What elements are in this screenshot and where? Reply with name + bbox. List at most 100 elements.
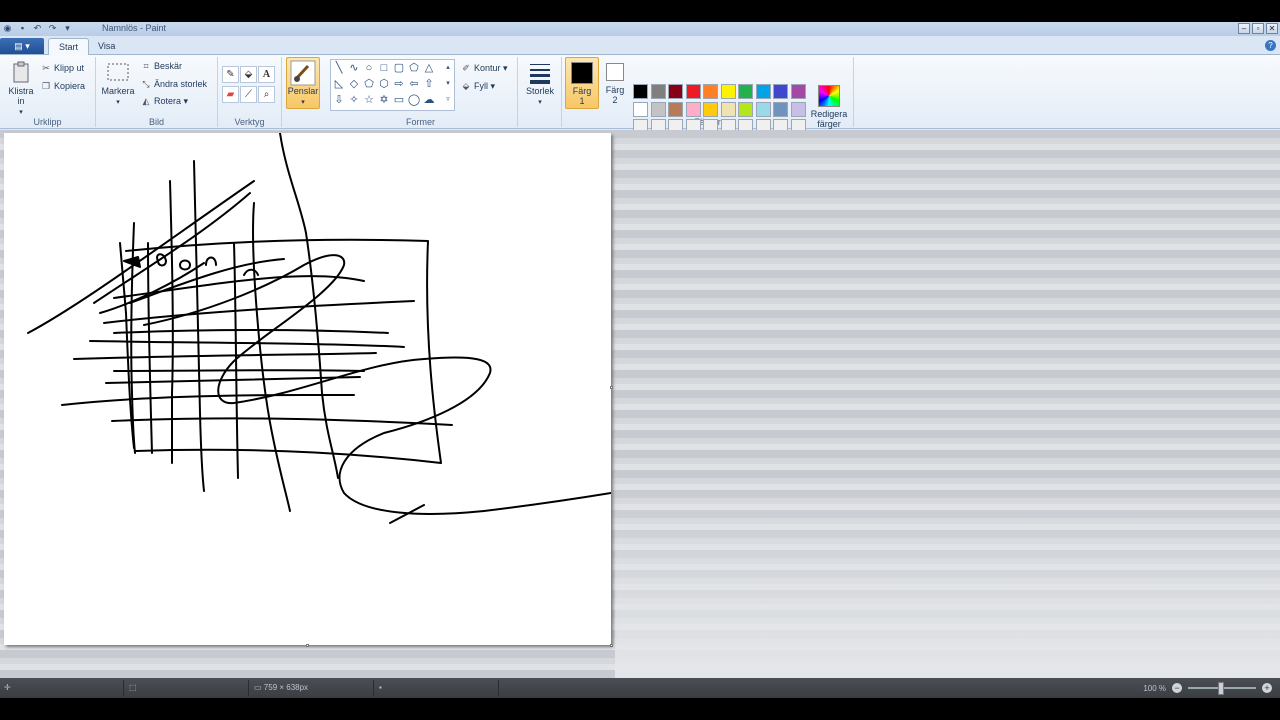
edit-colors-button[interactable]: Redigera färger bbox=[810, 85, 848, 129]
fill-icon: ⬙ bbox=[462, 81, 470, 91]
paste-label: Klistra in bbox=[8, 86, 34, 106]
palette-swatch[interactable] bbox=[685, 101, 701, 117]
up-arrow-shape[interactable]: ⇧ bbox=[422, 77, 436, 91]
palette-swatch[interactable] bbox=[633, 101, 648, 117]
rect-callout-shape[interactable]: ▭ bbox=[392, 93, 406, 107]
undo-icon[interactable]: ↶ bbox=[32, 23, 43, 34]
palette-swatch[interactable] bbox=[685, 84, 701, 99]
palette-swatch[interactable] bbox=[790, 101, 806, 117]
quick-access-toolbar: ◉ ▪ ↶ ↷ ▾ bbox=[2, 23, 73, 34]
resize-handle-corner[interactable] bbox=[610, 644, 613, 647]
cut-button[interactable]: ✂ Klipp ut bbox=[40, 61, 84, 75]
gallery-scroll-down[interactable]: ▾ bbox=[441, 77, 455, 91]
crop-button[interactable]: ⌗ Beskär bbox=[140, 59, 182, 73]
cloud-callout-shape[interactable]: ☁ bbox=[422, 93, 436, 107]
gallery-expand[interactable]: ▿ bbox=[441, 93, 455, 107]
brushes-button[interactable]: Penslar ▾ bbox=[286, 57, 320, 109]
four-point-star-shape[interactable]: ✧ bbox=[347, 93, 361, 107]
image-size: 759 × 638px bbox=[263, 683, 309, 692]
fill-bucket-icon[interactable]: ⬙ bbox=[240, 66, 257, 83]
resize-handle-right[interactable] bbox=[610, 386, 613, 389]
palette-swatch[interactable] bbox=[738, 101, 753, 117]
tab-start[interactable]: Start bbox=[48, 38, 90, 55]
close-button[interactable]: ✕ bbox=[1266, 23, 1278, 34]
palette-swatch[interactable] bbox=[720, 84, 736, 99]
drawing-canvas[interactable] bbox=[4, 133, 613, 647]
right-triangle-shape[interactable]: ◺ bbox=[332, 77, 346, 91]
paint-menu-button[interactable]: ▤ ▾ bbox=[0, 38, 44, 54]
hexagon-shape[interactable]: ⬡ bbox=[377, 77, 391, 91]
color-picker-icon[interactable]: ⟋ bbox=[240, 86, 257, 103]
down-arrow-shape[interactable]: ⇩ bbox=[332, 93, 346, 107]
outline-button[interactable]: ✐ Kontur ▾ bbox=[460, 61, 507, 75]
palette-swatch[interactable] bbox=[703, 84, 718, 99]
palette-swatch[interactable] bbox=[668, 84, 683, 99]
gallery-scroll-up[interactable]: ▴ bbox=[441, 61, 455, 75]
resize-icon: ⤡ bbox=[142, 79, 150, 89]
color-spectrum-icon bbox=[818, 85, 840, 107]
diamond-shape[interactable]: ◇ bbox=[347, 77, 361, 91]
palette-swatch[interactable] bbox=[773, 84, 788, 99]
six-point-star-shape[interactable]: ✡ bbox=[377, 93, 391, 107]
select-button[interactable]: Markera ▾ bbox=[100, 60, 136, 108]
title-bar: ◉ ▪ ↶ ↷ ▾ Namnlös - Paint – ▫ ✕ bbox=[0, 22, 1280, 36]
pentagon-shape[interactable]: ⬠ bbox=[362, 77, 376, 91]
curve-shape[interactable]: ∿ bbox=[347, 61, 361, 75]
minimize-button[interactable]: – bbox=[1238, 23, 1250, 34]
fill-button[interactable]: ⬙ Fyll ▾ bbox=[460, 79, 496, 93]
zoom-slider[interactable] bbox=[1188, 682, 1256, 695]
color-1-number: 1 bbox=[579, 96, 585, 106]
shapes-group: ╲ ∿ ○ □ ▢ ⬠ △ ◺ ◇ ⬠ ⬡ ⇨ ⇦ ⇧ ⇩ ✧ ☆ ✡ ▭ ◯ bbox=[324, 57, 518, 127]
chevron-down-icon[interactable]: ▾ bbox=[62, 23, 73, 34]
size-button[interactable]: Storlek ▾ bbox=[522, 60, 558, 108]
color-2-swatch bbox=[606, 63, 624, 81]
left-arrow-shape[interactable]: ⇦ bbox=[407, 77, 421, 91]
rounded-rectangle-shape[interactable]: ▢ bbox=[392, 61, 406, 75]
palette-swatch[interactable] bbox=[633, 84, 648, 99]
tab-visa[interactable]: Visa bbox=[88, 38, 125, 55]
maximize-button[interactable]: ▫ bbox=[1252, 23, 1264, 34]
color-2-button[interactable]: Färg 2 bbox=[601, 57, 629, 109]
palette-swatch[interactable] bbox=[738, 84, 753, 99]
right-arrow-shape[interactable]: ⇨ bbox=[392, 77, 406, 91]
image-group: Markera ▾ ⌗ Beskär ⤡ Ändra storlek ◭ Rotera … bbox=[96, 57, 218, 127]
polygon-shape[interactable]: ⬠ bbox=[407, 61, 421, 75]
save-icon[interactable]: ▪ bbox=[17, 23, 28, 34]
palette-swatch[interactable] bbox=[790, 84, 806, 99]
rectangle-shape[interactable]: □ bbox=[377, 61, 391, 75]
color-1-button[interactable]: Färg 1 bbox=[565, 57, 599, 109]
palette-swatch[interactable] bbox=[650, 101, 666, 117]
eraser-icon[interactable]: ▰ bbox=[222, 86, 239, 103]
brushes-label: Penslar bbox=[287, 86, 319, 96]
help-icon[interactable]: ? bbox=[1265, 40, 1276, 51]
palette-swatch[interactable] bbox=[668, 101, 683, 117]
palette-swatch[interactable] bbox=[755, 101, 771, 117]
palette-swatch[interactable] bbox=[755, 84, 771, 99]
text-tool[interactable]: A bbox=[258, 66, 275, 83]
outline-icon: ✐ bbox=[462, 63, 470, 73]
copy-button[interactable]: ❐ Kopiera bbox=[40, 79, 85, 93]
five-point-star-shape[interactable]: ☆ bbox=[362, 93, 376, 107]
resize-button[interactable]: ⤡ Ändra storlek bbox=[140, 77, 207, 91]
paste-button[interactable]: Klistra in ▾ bbox=[4, 60, 38, 118]
oval-callout-shape[interactable]: ◯ bbox=[407, 93, 421, 107]
window-controls: – ▫ ✕ bbox=[1238, 23, 1278, 34]
triangle-shape[interactable]: △ bbox=[422, 61, 436, 75]
palette-swatch[interactable] bbox=[720, 101, 736, 117]
redo-icon[interactable]: ↷ bbox=[47, 23, 58, 34]
palette-swatch[interactable] bbox=[703, 101, 718, 117]
crop-label: Beskär bbox=[154, 61, 183, 71]
resize-handle-bottom[interactable] bbox=[306, 644, 309, 647]
color-1-label: Färg bbox=[572, 86, 592, 96]
paint-window: ◉ ▪ ↶ ↷ ▾ Namnlös - Paint – ▫ ✕ ▤ ▾ Star… bbox=[0, 22, 1280, 698]
rotate-button[interactable]: ◭ Rotera ▾ bbox=[140, 94, 189, 108]
palette-swatch[interactable] bbox=[773, 101, 788, 117]
zoom-out-button[interactable]: − bbox=[1172, 683, 1182, 693]
pencil-icon[interactable]: ✎ bbox=[222, 66, 239, 83]
palette-swatch[interactable] bbox=[650, 84, 666, 99]
shapes-group-label: Former bbox=[406, 117, 435, 127]
oval-shape[interactable]: ○ bbox=[362, 61, 376, 75]
magnifier-icon[interactable]: ⌕ bbox=[258, 86, 275, 103]
line-shape[interactable]: ╲ bbox=[332, 61, 346, 75]
zoom-in-button[interactable]: + bbox=[1262, 683, 1272, 693]
